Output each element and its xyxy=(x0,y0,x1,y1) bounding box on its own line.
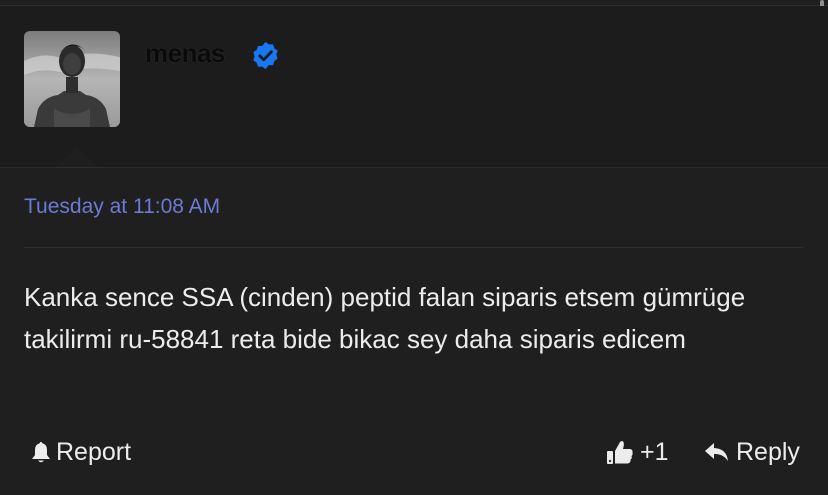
reply-arrow-icon xyxy=(704,440,730,464)
post-timestamp[interactable]: Tuesday at 11:08 AM xyxy=(24,195,220,219)
report-button[interactable]: Report xyxy=(30,436,131,468)
header-pointer xyxy=(56,147,98,167)
post-view: menas Tuesday at 11:08 AM Kanka sence SS… xyxy=(0,0,828,495)
user-avatar[interactable] xyxy=(24,31,120,127)
report-label: Report xyxy=(56,437,132,466)
post-body: Kanka sence SSA (cinden) peptid falan si… xyxy=(24,282,746,354)
avatar-photo xyxy=(24,31,120,127)
content-divider xyxy=(24,247,804,248)
username[interactable]: menas xyxy=(145,38,225,69)
thumbs-up-icon xyxy=(606,438,634,466)
like-count: +1 xyxy=(640,437,669,466)
like-button[interactable]: +1 xyxy=(606,436,669,468)
bell-icon xyxy=(30,440,52,464)
reply-label: Reply xyxy=(736,437,800,466)
reply-button[interactable]: Reply xyxy=(704,436,800,468)
verified-check-icon xyxy=(250,40,281,71)
post-header: menas xyxy=(0,6,828,168)
